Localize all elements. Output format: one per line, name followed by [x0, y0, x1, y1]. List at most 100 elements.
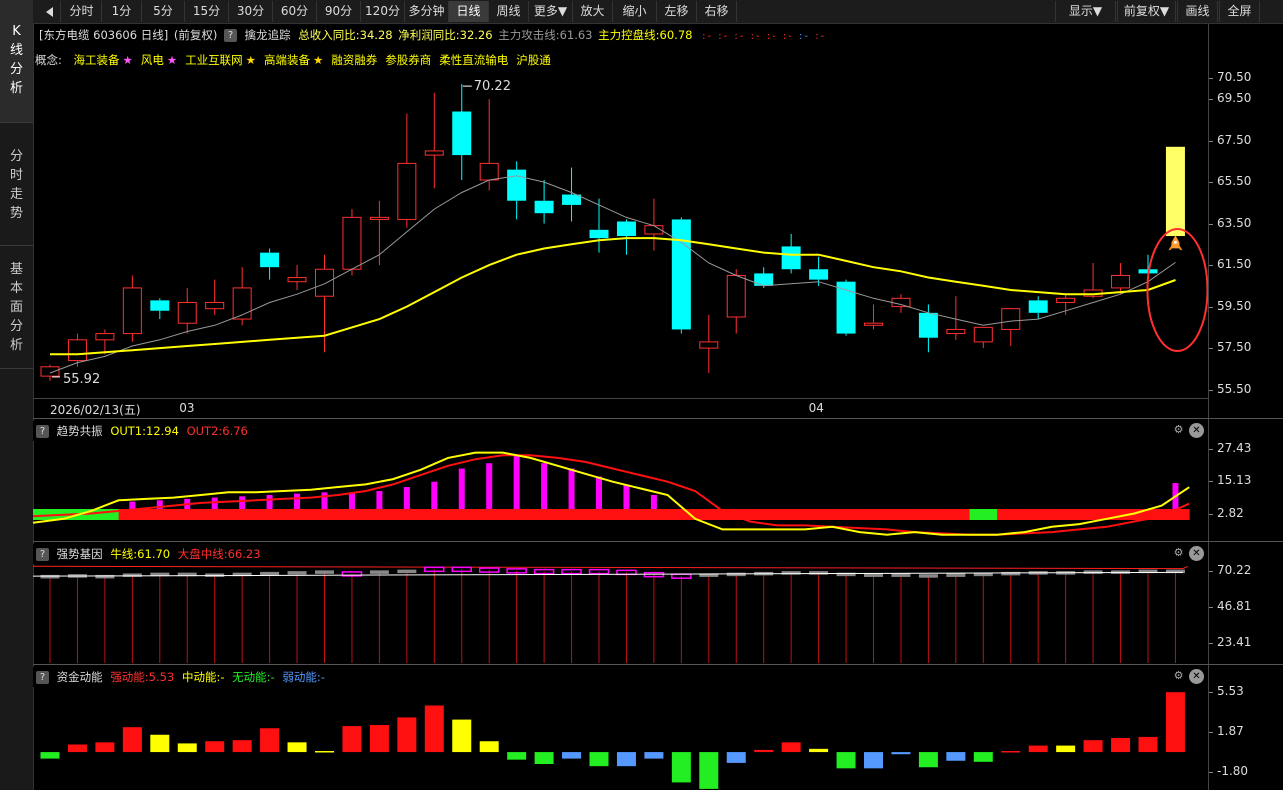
- sidebar-tab-fundamental[interactable]: 基本面分析: [0, 246, 33, 369]
- toolbar-btn-6[interactable]: 90分: [317, 1, 361, 22]
- resonance-bar: [650, 494, 657, 509]
- toolbar-btn-11[interactable]: 更多▼: [529, 1, 573, 22]
- main-attack-line: 主力攻击线:61.63: [498, 28, 593, 42]
- out2-value: OUT2:6.76: [186, 424, 248, 438]
- toolbar-btn-2[interactable]: 5分: [142, 1, 185, 22]
- resonance-bar: [541, 463, 548, 509]
- toolbar-right-btn-3[interactable]: 全屏: [1219, 1, 1260, 22]
- candle: [1001, 308, 1021, 347]
- close-icon[interactable]: ✕: [1189, 546, 1204, 561]
- concept-tag[interactable]: 海工装备 ★: [74, 53, 133, 67]
- gear-icon[interactable]: ⚙: [1171, 422, 1186, 437]
- concept-tag[interactable]: 风电 ★: [141, 53, 177, 67]
- back-button[interactable]: [38, 1, 61, 22]
- toolbar-btn-14[interactable]: 左移: [657, 1, 697, 22]
- concept-tag[interactable]: 高端装备 ★: [264, 53, 323, 67]
- momentum-bar: [1056, 745, 1076, 753]
- momentum-bar: [1111, 738, 1131, 753]
- gear-icon[interactable]: ⚙: [1171, 545, 1186, 560]
- momentum-bar: [671, 752, 691, 783]
- toolbar-btn-15[interactable]: 右移: [697, 1, 737, 22]
- toolbar-btn-12[interactable]: 放大: [573, 1, 613, 22]
- concept-name: 参股券商: [385, 53, 432, 67]
- band-segment: [777, 508, 806, 520]
- axis-tick-label: 15.13: [1217, 473, 1252, 488]
- stock-title: [东方电缆 603606 日线]: [39, 28, 169, 42]
- sidebar-tab-timeshare[interactable]: 分时走势: [0, 123, 33, 246]
- toolbar-btn-10[interactable]: 周线: [489, 1, 529, 22]
- sidebar-tab-char: 分: [9, 62, 23, 77]
- toolbar-btn-4[interactable]: 30分: [229, 1, 273, 22]
- momentum-bar: [479, 741, 499, 753]
- candle: [864, 304, 883, 330]
- resonance-bar: [513, 455, 520, 509]
- candle: [726, 269, 746, 334]
- momentum-bar: [809, 748, 829, 753]
- low-price-label: 55.92: [63, 372, 100, 387]
- axis-tick-label: 70.22: [1217, 563, 1252, 578]
- candle: [644, 198, 664, 251]
- momentum-axis: 5.53 1.87 -1.80: [1208, 665, 1283, 790]
- toolbar-right-btn-1[interactable]: 前复权▼: [1117, 1, 1176, 22]
- close-icon[interactable]: ✕: [1189, 669, 1204, 684]
- gene-box: [864, 573, 883, 577]
- rocket-icon: [1168, 235, 1183, 251]
- momentum-bar: [726, 752, 746, 763]
- concept-tag[interactable]: 工业互联网 ★: [185, 53, 256, 67]
- sidebar-tab-kline[interactable]: K线分析: [0, 0, 33, 123]
- help-icon[interactable]: ?: [36, 671, 49, 684]
- resonance-bar: [294, 493, 301, 509]
- band-segment: [365, 508, 394, 520]
- sidebar-tab-char: 线: [9, 43, 23, 58]
- gear-icon[interactable]: ⚙: [1171, 668, 1186, 683]
- candlestick-chart[interactable]: 70.22 55.92: [33, 70, 1209, 400]
- gene-box: [122, 573, 142, 577]
- concept-tag[interactable]: 融资融券: [331, 53, 377, 67]
- band-segment: [695, 508, 724, 520]
- axis-tick: [1209, 223, 1213, 225]
- concept-tag[interactable]: 参股券商: [385, 53, 431, 67]
- toolbar-btn-3[interactable]: 15分: [185, 1, 229, 22]
- fund-momentum-header: ? 资金动能 强动能:5.53 中动能:- 无动能:- 弱动能:-: [33, 667, 1208, 687]
- toolbar-btn-7[interactable]: 120分: [361, 1, 405, 22]
- toolbar-btn-5[interactable]: 60分: [273, 1, 317, 22]
- revenue-yoy: 总收入同比:34.28: [298, 28, 393, 42]
- help-icon[interactable]: ?: [36, 425, 49, 438]
- axis-tick-label: 63.50: [1217, 215, 1252, 230]
- toolbar-btn-1[interactable]: 1分: [102, 1, 142, 22]
- gene-box: [287, 571, 307, 575]
- toolbar-btn-0[interactable]: 分时: [62, 1, 102, 22]
- gene-box: [588, 568, 610, 575]
- resonance-bar: [266, 494, 273, 509]
- help-icon[interactable]: ?: [36, 548, 49, 561]
- momentum-bar: [369, 725, 389, 753]
- close-icon[interactable]: ✕: [1189, 423, 1204, 438]
- concept-name: 海工装备: [73, 53, 120, 67]
- concept-tag[interactable]: 柔性直流输电: [439, 53, 508, 67]
- toolbar-right-btn-2[interactable]: 画线: [1177, 1, 1218, 22]
- axis-tick-label: 46.81: [1217, 598, 1252, 613]
- band-segment: [612, 508, 641, 520]
- toolbar-btn-13[interactable]: 缩小: [613, 1, 657, 22]
- candle: [1028, 296, 1048, 320]
- concept-tag[interactable]: 沪股通: [516, 53, 551, 67]
- help-icon[interactable]: ?: [223, 29, 237, 42]
- resonance-bar: [623, 484, 630, 509]
- sidebar-tab-char: 基: [9, 262, 23, 277]
- toolbar-btn-9[interactable]: 日线: [449, 1, 489, 22]
- momentum-bar: [918, 752, 938, 768]
- gene-box: [946, 573, 966, 577]
- candle: [150, 298, 170, 320]
- candle: [973, 326, 993, 349]
- price-axis: 70.50 69.50 67.50 65.50 63.50 61.50 59.50 57.50…: [1208, 24, 1283, 419]
- axis-tick: [1209, 140, 1213, 142]
- candle: [699, 314, 719, 374]
- date-axis: 2026/02/13(五) 03 04: [33, 398, 1208, 419]
- candle: [424, 92, 444, 189]
- trend-axis: 27.43 15.13 2.82: [1208, 419, 1283, 541]
- month-label-03: 03: [179, 401, 195, 415]
- toolbar-btn-8[interactable]: 多分钟: [405, 1, 449, 22]
- star-icon: ★: [122, 53, 133, 67]
- axis-tick-label: 23.41: [1217, 634, 1252, 649]
- toolbar-right-btn-0[interactable]: 显示▼: [1055, 1, 1116, 22]
